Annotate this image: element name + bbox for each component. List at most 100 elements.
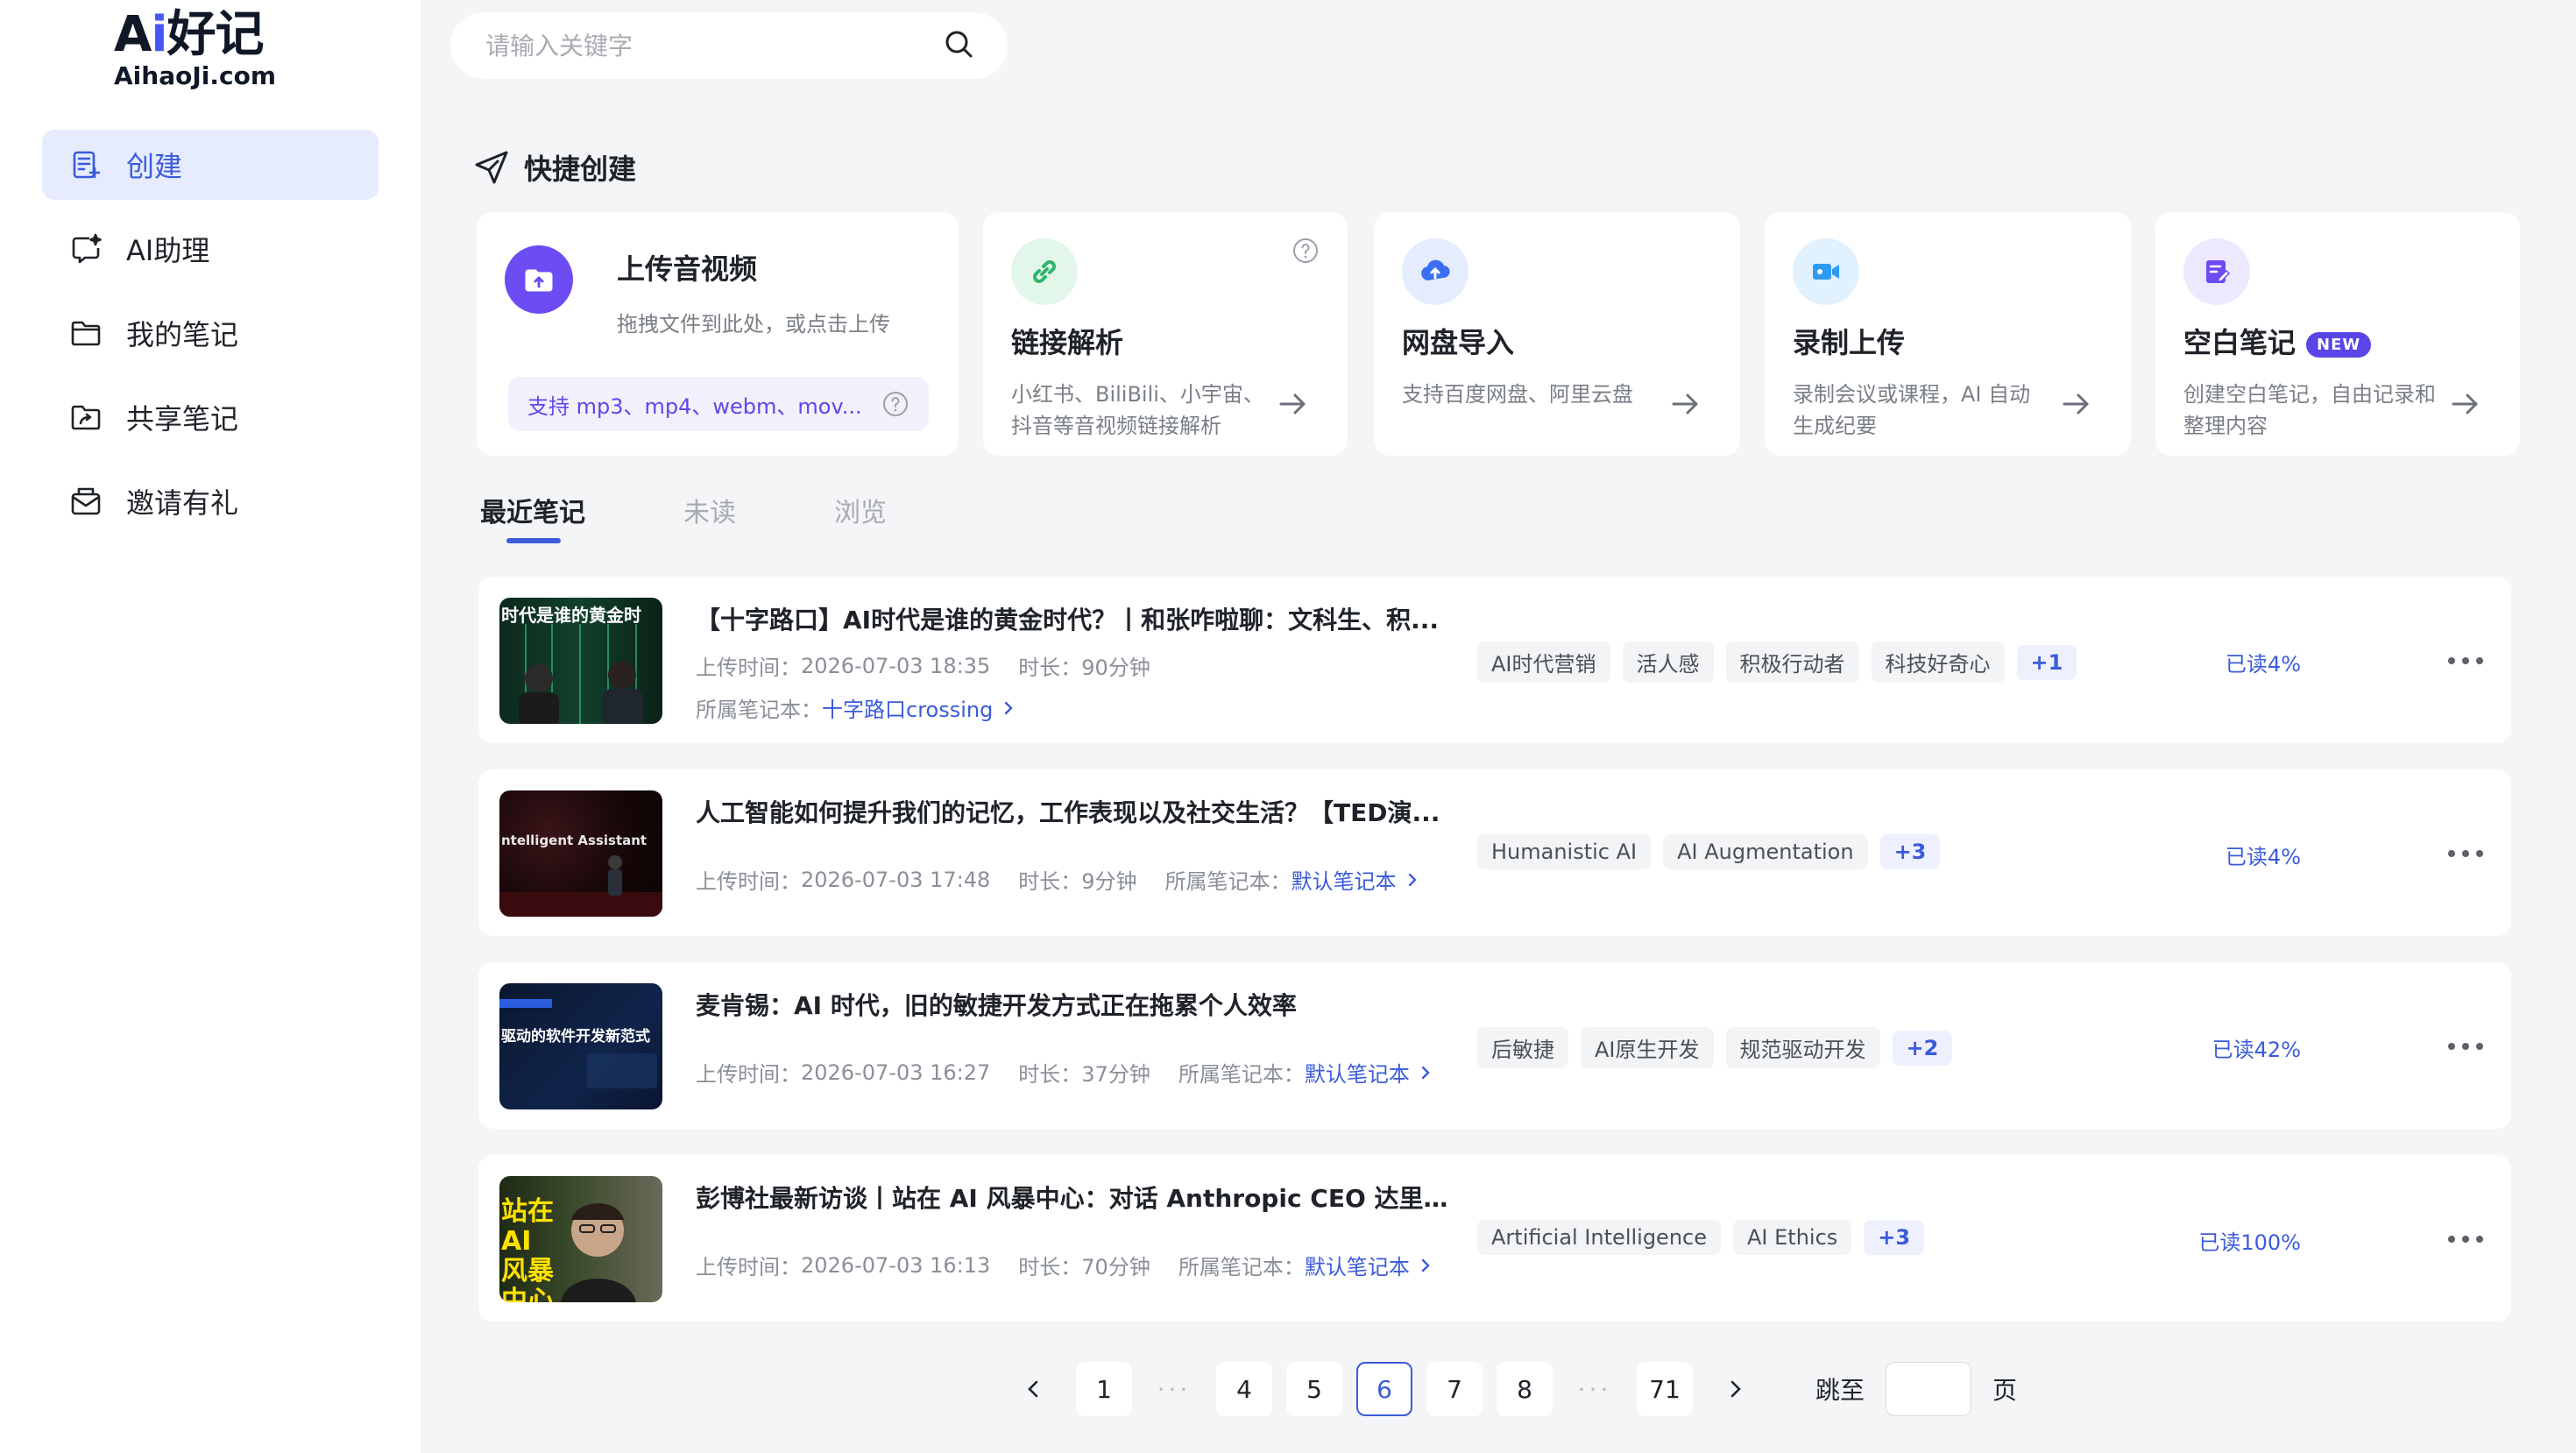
arrow-right-icon	[1279, 393, 1306, 415]
notebook-link[interactable]: 默认笔记本	[1305, 1250, 1434, 1280]
tag[interactable]: 活人感	[1622, 641, 1714, 683]
page-button[interactable]: 8	[1497, 1362, 1553, 1416]
notes-tabs: 最近笔记 未读 浏览	[480, 491, 985, 543]
current-page-button[interactable]: 6	[1356, 1362, 1412, 1416]
sidebar-item-create[interactable]: 创建	[42, 130, 379, 200]
card-title: 网盘导入	[1402, 326, 1515, 359]
tag[interactable]: Humanistic AI	[1477, 834, 1652, 869]
tag[interactable]: 积极行动者	[1725, 641, 1859, 683]
note-tags: Artificial Intelligence AI Ethics +3	[1477, 1220, 1936, 1255]
pagination: 1 ··· 4 5 6 7 8 ··· 71 跳至 页	[1006, 1362, 2017, 1416]
more-tags-badge[interactable]: +2	[1892, 1030, 1953, 1066]
notebook-link[interactable]: 默认笔记本	[1292, 864, 1421, 895]
note-card[interactable]: 驱动的软件开发新范式 麦肯锡：AI 时代，旧的敏捷开发方式正在拖累个人效率 上传…	[478, 962, 2511, 1129]
help-icon[interactable]	[1292, 237, 1320, 265]
notebook-link[interactable]: 默认笔记本	[1305, 1057, 1434, 1088]
sidebar-item-label: 邀请有礼	[126, 486, 239, 520]
blank-note-card[interactable]: 空白笔记 NEW 创建空白笔记，自由记录和整理内容	[2155, 212, 2520, 456]
sidebar-item-label: AI助理	[126, 234, 210, 267]
note-title[interactable]: 彭博社最新访谈丨站在 AI 风暴中心：对话 Anthropic CEO 达里奥·…	[696, 1180, 1467, 1215]
more-tags-badge[interactable]: +3	[1879, 834, 1941, 869]
tag[interactable]: 后敏捷	[1477, 1027, 1568, 1068]
note-meta: 上传时间： 2026-07-03 16:13 时长： 70分钟 所属笔记本： 默认笔…	[696, 1250, 1434, 1280]
tag[interactable]: AI时代营销	[1477, 641, 1610, 683]
pagination-ellipsis[interactable]: ···	[1567, 1362, 1623, 1416]
page-button[interactable]: 5	[1286, 1362, 1342, 1416]
link-icon	[1011, 238, 1078, 305]
page-button[interactable]: 7	[1426, 1362, 1483, 1416]
next-page-button[interactable]	[1707, 1362, 1763, 1416]
chevron-right-icon	[1730, 1380, 1741, 1398]
note-tags: 后敏捷 AI原生开发 规范驱动开发 +2	[1477, 1027, 1964, 1068]
sidebar-item-shared-notes[interactable]: 共享笔记	[42, 382, 379, 452]
edit-note-icon	[2183, 238, 2250, 305]
note-title[interactable]: 麦肯锡：AI 时代，旧的敏捷开发方式正在拖累个人效率	[696, 987, 1467, 1022]
read-progress: 已读4%	[2225, 652, 2301, 677]
cloud-import-card[interactable]: 网盘导入 支持百度网盘、阿里云盘	[1374, 212, 1740, 456]
note-meta: 上传时间： 2026-07-03 17:48 时长： 9分钟 所属笔记本： 默认笔记…	[696, 864, 1421, 895]
tag[interactable]: AI原生开发	[1581, 1027, 1714, 1068]
new-badge: NEW	[2306, 331, 2372, 358]
tag[interactable]: 科技好奇心	[1871, 641, 2005, 683]
chevron-left-icon	[1028, 1380, 1038, 1398]
note-meta: 上传时间： 2026-07-03 16:27 时长： 37分钟 所属笔记本： 默认笔…	[696, 1057, 1434, 1088]
tag[interactable]: AI Ethics	[1733, 1220, 1852, 1255]
app-logo[interactable]: Ai好记 AihaoJi.com	[114, 7, 276, 89]
more-options-button[interactable]	[2445, 1025, 2487, 1067]
search-icon[interactable]	[941, 26, 976, 65]
note-title[interactable]: 【十字路口】AI时代是谁的黄金时代？丨和张咋啦聊：文科生、积...	[696, 601, 1467, 636]
chevron-right-icon	[1421, 1066, 1430, 1079]
link-parse-card[interactable]: 链接解析 小红书、BiliBili、小宇宙、抖音等音视频链接解析	[983, 212, 1348, 456]
tab-unread[interactable]: 未读	[683, 491, 736, 529]
cloud-upload-icon	[1402, 238, 1468, 305]
jump-label: 跳至	[1815, 1376, 1865, 1405]
record-upload-card[interactable]: 录制上传 录制会议或课程，AI 自动生成纪要	[1765, 212, 2131, 456]
sidebar: Ai好记 AihaoJi.com 创建 AI助理 我的笔记 共享笔记 邀请有礼	[0, 0, 421, 1453]
note-card[interactable]: ntelligent Assistant 人工智能如何提升我们的记忆，工作表现以…	[478, 769, 2511, 936]
quick-create-heading: 快捷创建	[473, 147, 636, 188]
note-notebook: 所属笔记本： 十字路口crossing	[696, 692, 1017, 723]
tab-browse[interactable]: 浏览	[834, 491, 887, 529]
logo-domain: AihaoJi.com	[114, 61, 276, 90]
page-button[interactable]: 71	[1637, 1362, 1693, 1416]
search-input[interactable]	[485, 31, 941, 60]
tag[interactable]: AI Augmentation	[1663, 834, 1868, 869]
more-dots-icon	[2448, 1236, 2483, 1243]
tab-recent-notes[interactable]: 最近笔记	[480, 491, 585, 543]
more-tags-badge[interactable]: +3	[1864, 1220, 1925, 1255]
more-dots-icon	[2448, 1043, 2483, 1050]
prev-page-button[interactable]	[1006, 1362, 1062, 1416]
note-card[interactable]: 站在 AI风暴中心 彭博社最新访谈丨站在 AI 风暴中心：对话 Anthropi…	[478, 1155, 2511, 1322]
note-meta: 上传时间： 2026-07-03 18:35 时长： 90分钟	[696, 653, 1150, 681]
help-icon[interactable]	[881, 390, 909, 418]
more-tags-badge[interactable]: +1	[2016, 644, 2077, 680]
gift-mail-icon	[68, 484, 103, 519]
upload-desc: 拖拽文件到此处，或点击上传	[617, 312, 890, 337]
card-desc: 支持百度网盘、阿里云盘	[1402, 382, 1633, 407]
card-desc: 小红书、BiliBili、小宇宙、抖音等音视频链接解析	[1011, 382, 1264, 438]
card-desc: 录制会议或课程，AI 自动生成纪要	[1793, 382, 2031, 438]
thumbnail-caption: 时代是谁的黄金时	[501, 605, 641, 626]
chevron-right-icon	[1408, 873, 1417, 886]
page-button[interactable]: 1	[1076, 1362, 1132, 1416]
video-camera-icon	[1793, 238, 1859, 305]
send-icon	[475, 151, 508, 184]
sidebar-item-my-notes[interactable]: 我的笔记	[42, 298, 379, 368]
sidebar-item-invite[interactable]: 邀请有礼	[42, 466, 379, 536]
note-title[interactable]: 人工智能如何提升我们的记忆，工作表现以及社交生活？【TED演...	[696, 794, 1467, 829]
page-suffix: 页	[1992, 1376, 2018, 1405]
sidebar-item-ai-assistant[interactable]: AI助理	[42, 214, 379, 284]
notebook-link[interactable]: 十字路口crossing	[822, 692, 1017, 723]
more-options-button[interactable]	[2445, 640, 2487, 682]
page-jump-input[interactable]	[1886, 1362, 1972, 1416]
tag[interactable]: 规范驱动开发	[1725, 1027, 1880, 1068]
tag[interactable]: Artificial Intelligence	[1477, 1220, 1721, 1255]
arrow-right-icon	[1672, 393, 1698, 415]
page-button[interactable]: 4	[1216, 1362, 1272, 1416]
note-card[interactable]: 时代是谁的黄金时 【十字路口】AI时代是谁的黄金时代？丨和张咋啦聊：文科生、积.…	[478, 577, 2511, 743]
note-thumbnail: 时代是谁的黄金时	[499, 598, 662, 724]
more-options-button[interactable]	[2445, 833, 2487, 875]
upload-media-card[interactable]: 上传音视频 拖拽文件到此处，或点击上传 支持 mp3、mp4、webm、mov.…	[477, 212, 959, 456]
more-options-button[interactable]	[2445, 1218, 2487, 1260]
pagination-ellipsis[interactable]: ···	[1146, 1362, 1202, 1416]
